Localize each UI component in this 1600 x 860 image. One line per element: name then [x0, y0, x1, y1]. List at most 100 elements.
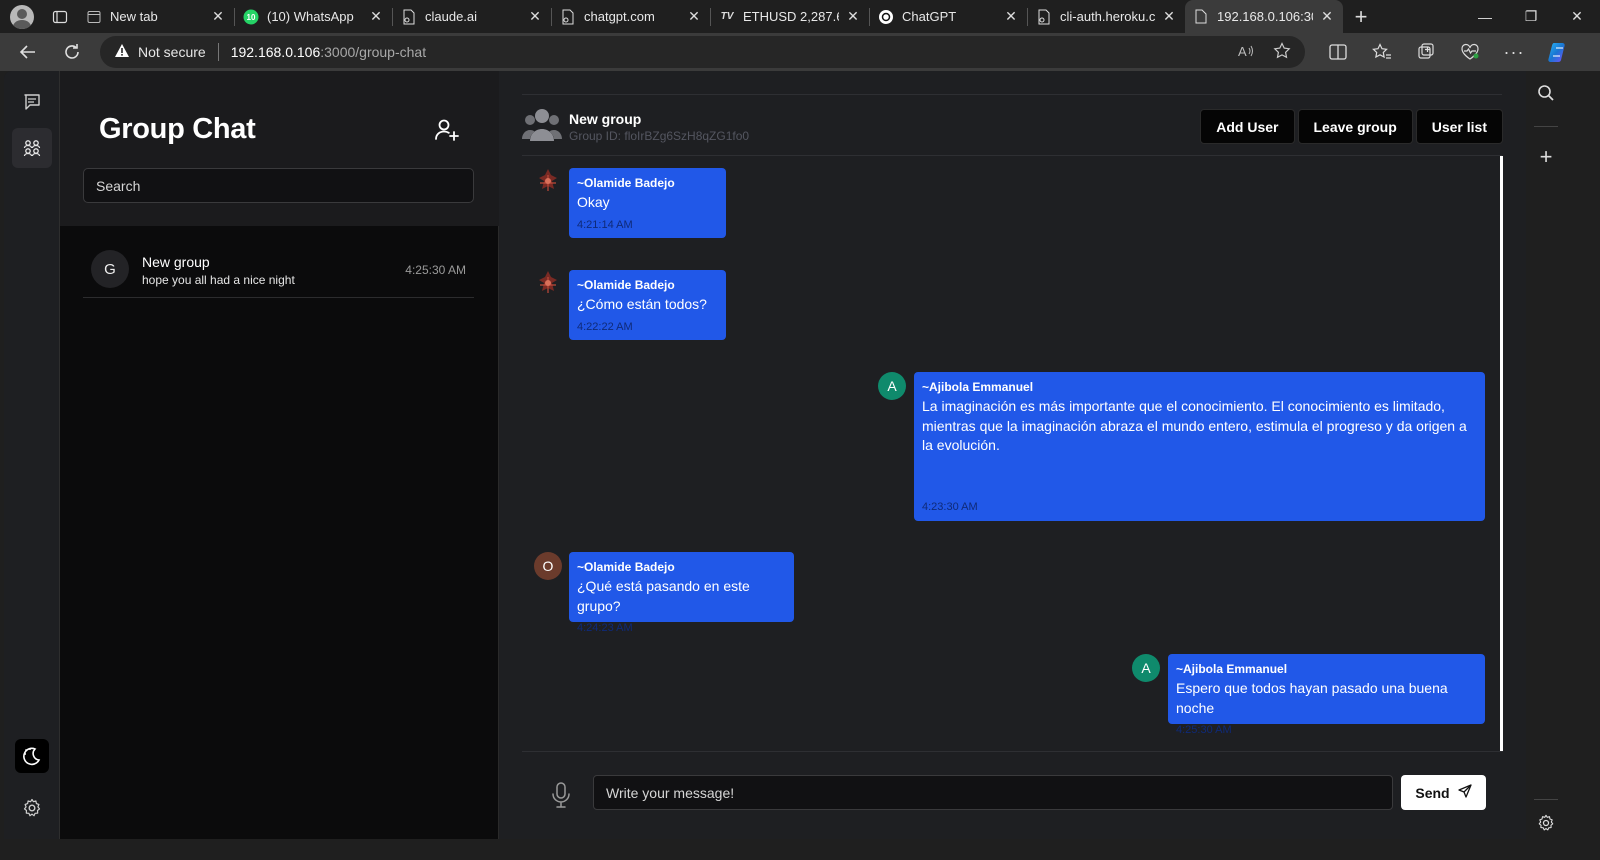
page-title: Group Chat	[99, 113, 256, 145]
minimize-icon[interactable]: —	[1462, 0, 1508, 33]
chat-list-sidebar: Group Chat Search G New group hope you a…	[60, 71, 499, 839]
tab-label: cli-auth.heroku.com	[1060, 9, 1155, 24]
group-id: Group ID: floIrBZg6SzH8qZG1fo0	[569, 129, 750, 143]
message-bubble: ~Olamide Badejo ¿Qué está pasando en est…	[569, 552, 794, 634]
message-bubble: ~Olamide Badejo Okay 4:21:14 AM	[569, 168, 726, 238]
tab-ethusd[interactable]: TV ETHUSD 2,287.6 ▼ ✕	[711, 0, 869, 33]
close-icon[interactable]: ✕	[210, 8, 226, 25]
tab-active-local[interactable]: 192.168.0.106:3000 ✕	[1185, 0, 1343, 33]
maximize-icon[interactable]: ❐	[1508, 0, 1554, 33]
page-icon	[560, 9, 576, 25]
user-list-button[interactable]: User list	[1415, 109, 1503, 144]
whatsapp-icon: 10	[243, 9, 259, 25]
message-text: Okay	[577, 194, 610, 210]
sidebar-header: Group Chat Search	[60, 71, 499, 226]
new-tab-button[interactable]: +	[1343, 4, 1379, 30]
tab-new-tab[interactable]: New tab ✕	[78, 0, 234, 33]
message-text: ¿Cómo están todos?	[577, 296, 707, 312]
tab-label: 192.168.0.106:3000	[1217, 9, 1313, 24]
svg-text:A: A	[1238, 44, 1247, 59]
group-name: New group	[569, 111, 642, 127]
message-time: 4:21:14 AM	[577, 218, 633, 231]
avatar: A	[1132, 654, 1160, 682]
newtab-icon	[86, 9, 102, 25]
add-user-icon[interactable]	[433, 116, 461, 144]
close-icon[interactable]: ✕	[1319, 8, 1335, 25]
message-time: 4:23:30 AM	[922, 501, 978, 513]
warning-icon[interactable]	[114, 43, 130, 61]
split-screen-icon[interactable]	[1316, 36, 1360, 68]
favorite-star-icon[interactable]	[1273, 42, 1291, 63]
microphone-icon[interactable]	[550, 781, 572, 809]
message-bubble: ~Ajibola Emmanuel Espero que todos hayan…	[1168, 654, 1485, 736]
message-list[interactable]: ~Olamide Badejo Okay 4:21:14 AM ~Olamide…	[522, 156, 1503, 751]
group-icon	[522, 107, 562, 143]
tab-actions-icon[interactable]	[42, 3, 78, 31]
url-path: :3000/group-chat	[320, 44, 427, 60]
message-time: 4:25:30 AM	[1176, 724, 1232, 736]
refresh-icon[interactable]	[52, 36, 92, 68]
message-bubble: ~Ajibola Emmanuel La imaginación es más …	[914, 372, 1485, 521]
message-text: ¿Qué está pasando en este grupo?	[577, 578, 750, 614]
message-sender: ~Ajibola Emmanuel	[1176, 662, 1288, 676]
avatar: A	[878, 372, 906, 400]
tab-label: (10) WhatsApp	[267, 9, 354, 24]
message-sender: ~Ajibola Emmanuel	[922, 380, 1034, 394]
tab-chatgpt-com[interactable]: chatgpt.com ✕	[552, 0, 710, 33]
tab-heroku[interactable]: cli-auth.heroku.com ✕	[1028, 0, 1185, 33]
leave-group-button[interactable]: Leave group	[1297, 109, 1413, 144]
chat-list-item[interactable]: G New group hope you all had a nice nigh…	[83, 244, 474, 298]
address-bar[interactable]: Not secure 192.168.0.106:3000/group-chat…	[100, 36, 1305, 68]
send-button[interactable]: Send	[1401, 775, 1486, 810]
close-icon[interactable]: ✕	[686, 8, 702, 25]
close-icon[interactable]: ✕	[1161, 8, 1177, 25]
message-composer: Write your message! Send	[522, 751, 1503, 839]
search-input[interactable]: Search	[83, 168, 474, 203]
message-text: La imaginación es más importante que el …	[922, 398, 1467, 453]
close-icon[interactable]: ✕	[845, 8, 861, 25]
chat-main: New group Group ID: floIrBZg6SzH8qZG1fo0…	[499, 71, 1526, 839]
message-bubble: ~Olamide Badejo ¿Cómo están todos? 4:22:…	[569, 270, 726, 340]
message-text: Espero que todos hayan pasado una buena …	[1176, 680, 1448, 716]
security-label[interactable]: Not secure	[138, 44, 206, 60]
page-icon	[1193, 9, 1209, 25]
add-sidebar-app-icon[interactable]: +	[1526, 144, 1566, 169]
tab-chatgpt[interactable]: ChatGPT ✕	[870, 0, 1027, 33]
chats-nav-icon[interactable]	[12, 82, 52, 122]
close-icon[interactable]: ✕	[527, 8, 543, 25]
favorites-icon[interactable]	[1360, 36, 1404, 68]
message-input[interactable]: Write your message!	[593, 775, 1393, 810]
page-icon	[1036, 9, 1052, 25]
close-icon[interactable]: ✕	[1003, 8, 1019, 25]
browser-essentials-icon[interactable]	[1448, 36, 1492, 68]
back-icon[interactable]	[8, 36, 48, 68]
sender-avatar-image	[534, 269, 562, 297]
close-icon[interactable]: ✕	[368, 8, 384, 25]
copilot-icon[interactable]	[1536, 36, 1580, 68]
tradingview-icon: TV	[720, 11, 734, 22]
url-host: 192.168.0.106	[230, 44, 321, 60]
sender-avatar-image	[534, 167, 562, 195]
add-user-button[interactable]: Add User	[1200, 109, 1295, 144]
tab-claude[interactable]: claude.ai ✕	[393, 0, 551, 33]
window-close-icon[interactable]: ✕	[1554, 0, 1600, 33]
search-icon[interactable]	[1526, 81, 1566, 105]
app-window: Group Chat Search G New group hope you a…	[4, 71, 1526, 839]
openai-icon	[878, 9, 894, 25]
message-time: 4:24:23 AM	[577, 622, 633, 634]
edge-sidebar: +	[1526, 71, 1600, 860]
theme-toggle-icon[interactable]	[15, 739, 49, 773]
tab-label: New tab	[110, 9, 158, 24]
tab-whatsapp[interactable]: 10 (10) WhatsApp ✕	[235, 0, 392, 33]
collections-icon[interactable]	[1404, 36, 1448, 68]
sidebar-settings-icon[interactable]	[1526, 811, 1566, 835]
read-aloud-icon[interactable]: A	[1237, 42, 1255, 63]
groups-nav-icon[interactable]	[12, 128, 52, 168]
avatar: G	[91, 250, 129, 288]
message-time: 4:22:22 AM	[577, 320, 633, 333]
profile-avatar[interactable]	[8, 3, 36, 31]
settings-gear-icon[interactable]	[12, 788, 52, 828]
svg-text:10: 10	[247, 13, 256, 22]
page-icon	[401, 9, 417, 25]
more-menu-icon[interactable]: ···	[1492, 36, 1536, 68]
